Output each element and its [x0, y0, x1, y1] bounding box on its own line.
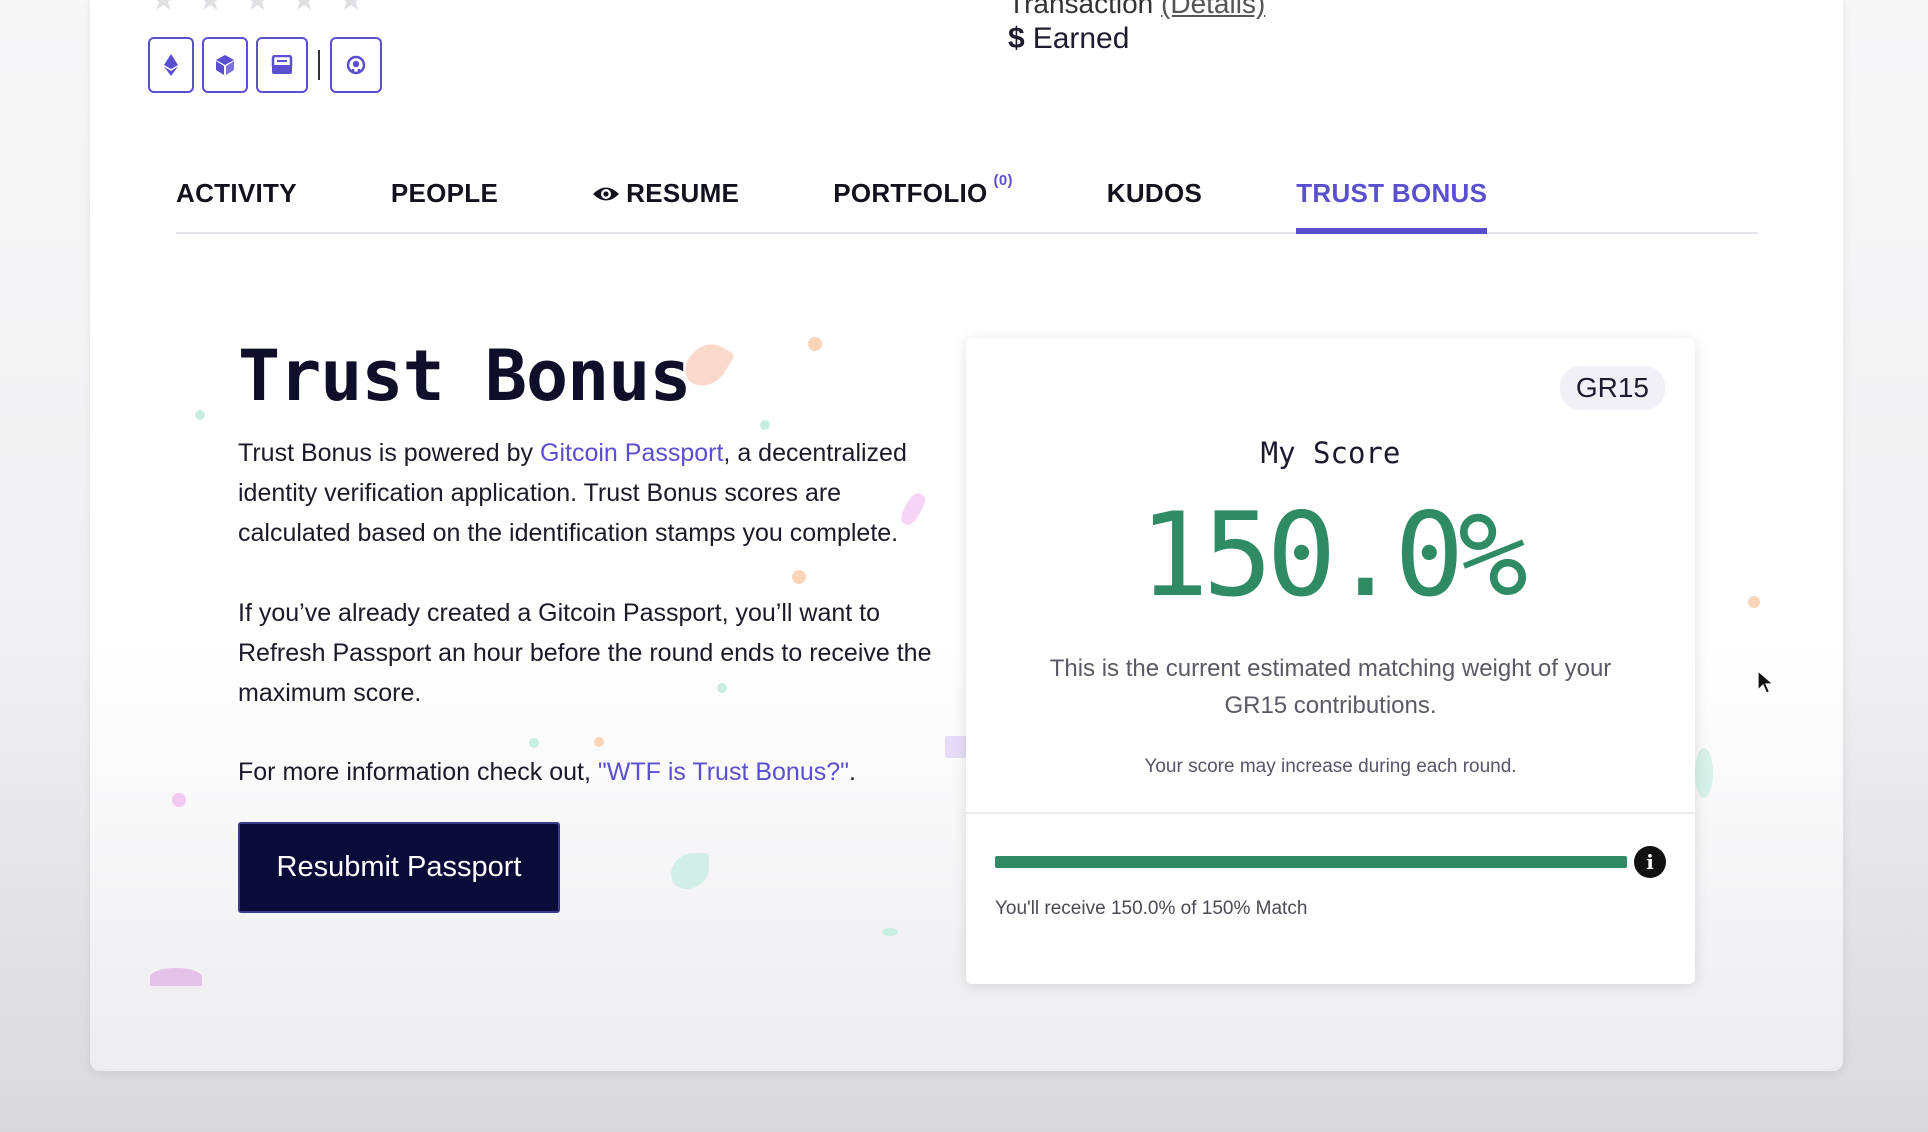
tab-resume[interactable]: RESUME: [592, 160, 739, 232]
match-progress-fill: [995, 856, 1627, 868]
tab-trust-bonus[interactable]: TRUST BONUS: [1296, 160, 1488, 234]
tab-label: RESUME: [626, 178, 740, 208]
round-badge: GR15: [1559, 366, 1665, 410]
tab-label: ACTIVITY: [176, 178, 297, 208]
refresh-paragraph: If you’ve already created a Gitcoin Pass…: [238, 599, 932, 707]
score-title: My Score: [1260, 436, 1401, 470]
star-icon: ★: [196, 0, 224, 17]
gitcoin-passport-link[interactable]: Gitcoin Passport: [540, 439, 723, 467]
tab-label: KUDOS: [1106, 178, 1203, 208]
tab-label: PORTFOLIO: [833, 178, 988, 208]
star-icon: ★: [290, 0, 318, 17]
tab-label: TRUST BONUS: [1296, 178, 1488, 208]
more-info-paragraph: For more information check out, "WTF is …: [238, 752, 938, 792]
profile-links: [148, 37, 382, 93]
tab-portfolio[interactable]: PORTFOLIO (0): [833, 160, 1013, 232]
intro-paragraph: Trust Bonus is powered by Gitcoin Passpo…: [238, 433, 938, 553]
tab-label: PEOPLE: [390, 178, 499, 208]
resubmit-passport-button[interactable]: Resubmit Passport: [238, 822, 560, 913]
dollar-symbol: $: [1008, 22, 1025, 55]
mouse-cursor-icon: [1757, 670, 1775, 694]
score-note: Your score may increase during each roun…: [1144, 756, 1517, 777]
tab-people[interactable]: PEOPLE: [391, 160, 498, 232]
ethereum-icon[interactable]: [148, 37, 194, 93]
intro-text: Trust Bonus is powered by: [238, 439, 540, 467]
divider: [318, 50, 320, 80]
star-icon: ★: [337, 0, 365, 17]
transaction-line: Transaction (Details): [1008, 0, 1265, 20]
earned-line: $ Earned: [1008, 22, 1129, 56]
match-progress-bar: [995, 856, 1627, 868]
divider: [966, 812, 1695, 814]
score-value: 150.0%: [1138, 488, 1528, 623]
page-title: Trust Bonus: [238, 335, 692, 417]
info-icon[interactable]: i: [1634, 846, 1666, 878]
score-description: This is the current estimated matching w…: [1049, 655, 1612, 719]
inbox-icon[interactable]: [256, 37, 308, 93]
rating-stars: ★ ★ ★ ★ ★: [150, 0, 365, 16]
star-icon: ★: [150, 0, 177, 17]
portfolio-count: (0): [993, 172, 1013, 189]
profile-tabs: ACTIVITY PEOPLE RESUME PORTFOLIO (0) KUD…: [176, 160, 1758, 234]
match-label: You'll receive 150.0% of 150% Match: [995, 898, 1308, 919]
cube-icon[interactable]: [202, 37, 248, 93]
score-card: GR15 My Score 150.0% This is the current…: [966, 338, 1695, 984]
earned-label: Earned: [1032, 22, 1130, 55]
more-info-text: For more information check out,: [238, 758, 598, 786]
star-icon: ★: [243, 0, 271, 17]
details-link[interactable]: (Details): [1161, 0, 1265, 19]
eye-icon: [593, 187, 620, 201]
more-info-text: .: [849, 758, 856, 786]
tab-activity[interactable]: ACTIVITY: [176, 160, 297, 232]
wtf-trust-bonus-link[interactable]: "WTF is Trust Bonus?": [598, 758, 849, 786]
github-icon[interactable]: [330, 37, 382, 93]
tab-kudos[interactable]: KUDOS: [1107, 160, 1202, 232]
transaction-label: Transaction: [1008, 0, 1154, 19]
